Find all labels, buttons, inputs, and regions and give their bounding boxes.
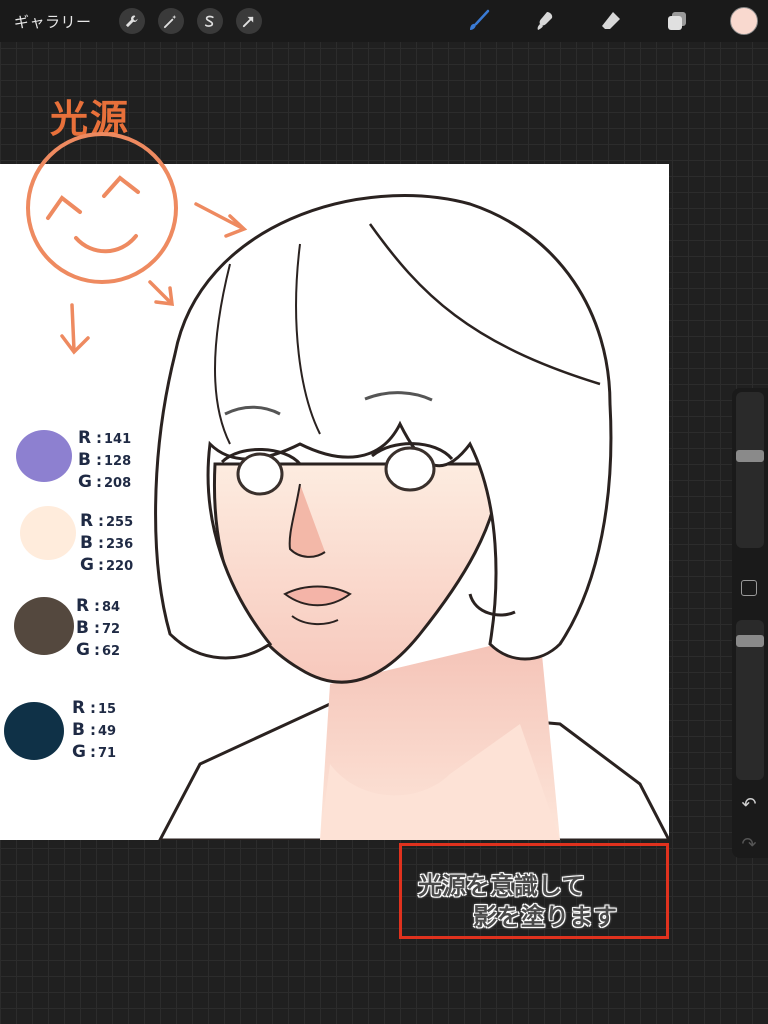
caption-line-2: 影を塗ります bbox=[473, 903, 617, 931]
colon: : bbox=[98, 534, 104, 552]
rgb-row: G:71 bbox=[72, 742, 116, 764]
channel-label: R bbox=[78, 428, 92, 448]
smudge-tool[interactable] bbox=[532, 8, 558, 34]
palette-swatch bbox=[16, 430, 72, 482]
wrench-icon bbox=[125, 14, 138, 27]
colon: : bbox=[94, 597, 100, 615]
palette-rgb-values: R:141 B:128 G:208 bbox=[78, 428, 131, 494]
top-toolbar: ギャラリー bbox=[0, 0, 768, 42]
eraser-tool[interactable] bbox=[598, 8, 624, 34]
actions-button[interactable] bbox=[118, 8, 145, 34]
brush-icon bbox=[470, 9, 490, 30]
redo-icon[interactable]: ↷ bbox=[738, 834, 760, 856]
brush-size-thumb[interactable] bbox=[736, 449, 764, 462]
smudge-icon bbox=[537, 12, 553, 30]
channel-label: G bbox=[78, 472, 92, 492]
channel-label: B bbox=[78, 450, 91, 470]
rgb-row: G:208 bbox=[78, 472, 131, 494]
colon: : bbox=[96, 429, 102, 447]
channel-value: 72 bbox=[102, 622, 121, 637]
current-color-swatch[interactable] bbox=[730, 7, 758, 35]
selection-button[interactable] bbox=[196, 8, 223, 34]
rgb-row: R:255 bbox=[80, 511, 133, 533]
layers-tool[interactable] bbox=[664, 8, 690, 34]
magic-wand-icon bbox=[163, 14, 177, 28]
transform-button[interactable] bbox=[235, 8, 262, 34]
rgb-row: B:236 bbox=[80, 533, 133, 555]
channel-value: 141 bbox=[104, 432, 132, 447]
opacity-thumb[interactable] bbox=[736, 634, 764, 647]
colon: : bbox=[94, 641, 100, 659]
colon: : bbox=[90, 743, 96, 761]
colon: : bbox=[96, 473, 102, 491]
rgb-row: G:62 bbox=[76, 640, 120, 662]
selection-s-icon bbox=[204, 15, 214, 27]
channel-label: G bbox=[76, 640, 90, 660]
channel-label: R bbox=[76, 596, 90, 616]
channel-label: R bbox=[80, 511, 94, 531]
channel-value: 49 bbox=[98, 724, 117, 739]
channel-value: 15 bbox=[98, 702, 117, 717]
channel-value: 84 bbox=[102, 600, 121, 615]
modify-button[interactable] bbox=[741, 580, 757, 596]
palette-swatch bbox=[14, 597, 74, 655]
brush-size-slider[interactable] bbox=[736, 392, 764, 548]
rgb-row: R:15 bbox=[72, 698, 116, 720]
channel-value: 62 bbox=[102, 644, 121, 659]
brush-tool[interactable] bbox=[466, 8, 492, 34]
colon: : bbox=[94, 619, 100, 637]
channel-value: 255 bbox=[106, 515, 134, 530]
channel-value: 128 bbox=[104, 454, 132, 469]
transform-arrow-icon bbox=[242, 16, 254, 27]
channel-value: 71 bbox=[98, 746, 117, 761]
rgb-row: B:49 bbox=[72, 720, 116, 742]
palette-rgb-values: R:15 B:49 G:71 bbox=[72, 698, 116, 764]
eraser-icon bbox=[602, 12, 620, 29]
channel-label: B bbox=[76, 618, 89, 638]
channel-value: 236 bbox=[106, 537, 134, 552]
channel-label: B bbox=[80, 533, 93, 553]
gallery-button[interactable]: ギャラリー bbox=[14, 11, 92, 32]
channel-label: G bbox=[72, 742, 86, 762]
colon: : bbox=[90, 721, 96, 739]
undo-icon[interactable]: ↶ bbox=[738, 794, 760, 816]
palette-rgb-values: R:255 B:236 G:220 bbox=[80, 511, 133, 577]
channel-value: 220 bbox=[106, 559, 134, 574]
colon: : bbox=[90, 699, 96, 717]
rgb-row: B:72 bbox=[76, 618, 120, 640]
rgb-row: R:84 bbox=[76, 596, 120, 618]
colon: : bbox=[96, 451, 102, 469]
palette-swatch bbox=[4, 702, 64, 760]
channel-label: B bbox=[72, 720, 85, 740]
colon: : bbox=[98, 556, 104, 574]
rgb-row: G:220 bbox=[80, 555, 133, 577]
channel-label: G bbox=[80, 555, 94, 575]
rgb-row: R:141 bbox=[78, 428, 131, 450]
caption-line-1: 光源を意識して bbox=[418, 872, 586, 900]
colon: : bbox=[98, 512, 104, 530]
light-source-title: 光源 bbox=[50, 97, 131, 141]
palette-swatch bbox=[20, 506, 76, 560]
channel-value: 208 bbox=[104, 476, 132, 491]
channel-label: R bbox=[72, 698, 86, 718]
adjustments-button[interactable] bbox=[157, 8, 184, 34]
rgb-row: B:128 bbox=[78, 450, 131, 472]
layers-icon bbox=[668, 12, 686, 30]
palette-rgb-values: R:84 B:72 G:62 bbox=[76, 596, 120, 662]
